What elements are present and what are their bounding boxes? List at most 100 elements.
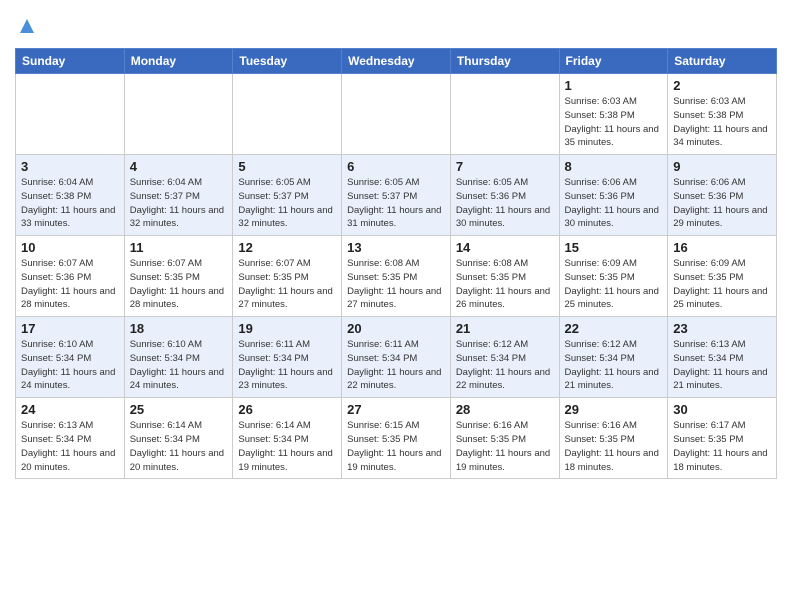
- calendar-day-cell: 3Sunrise: 6:04 AM Sunset: 5:38 PM Daylig…: [16, 155, 125, 236]
- day-info: Sunrise: 6:12 AM Sunset: 5:34 PM Dayligh…: [456, 338, 554, 393]
- day-info: Sunrise: 6:10 AM Sunset: 5:34 PM Dayligh…: [130, 338, 228, 393]
- logo: [15, 15, 36, 40]
- calendar-day-cell: 14Sunrise: 6:08 AM Sunset: 5:35 PM Dayli…: [450, 236, 559, 317]
- day-info: Sunrise: 6:08 AM Sunset: 5:35 PM Dayligh…: [456, 257, 554, 312]
- day-info: Sunrise: 6:16 AM Sunset: 5:35 PM Dayligh…: [456, 419, 554, 474]
- day-number: 18: [130, 321, 228, 336]
- day-info: Sunrise: 6:13 AM Sunset: 5:34 PM Dayligh…: [673, 338, 771, 393]
- weekday-header-cell: Sunday: [16, 49, 125, 74]
- calendar-day-cell: 1 Sunrise: 6:03 AM Sunset: 5:38 PM Daylig…: [559, 74, 668, 155]
- day-number: 2: [673, 78, 771, 93]
- calendar-day-cell: 30 Sunrise: 6:17 AM Sunset: 5:35 PM Dayli…: [668, 398, 777, 479]
- day-number: 15: [565, 240, 663, 255]
- day-info: Sunrise: 6:06 AM Sunset: 5:36 PM Dayligh…: [565, 176, 663, 231]
- calendar-day-cell: 22 Sunrise: 6:12 AM Sunset: 5:34 PM Dayli…: [559, 317, 668, 398]
- day-info: Sunrise: 6:13 AM Sunset: 5:34 PM Dayligh…: [21, 419, 119, 474]
- calendar-week-row: 24 Sunrise: 6:13 AM Sunset: 5:34 PM Dayli…: [16, 398, 777, 479]
- day-number: 27: [347, 402, 445, 417]
- day-info: Sunrise: 6:05 AM Sunset: 5:37 PM Dayligh…: [238, 176, 336, 231]
- weekday-header-cell: Friday: [559, 49, 668, 74]
- calendar-day-cell: 29Sunrise: 6:16 AM Sunset: 5:35 PM Dayli…: [559, 398, 668, 479]
- day-number: 6: [347, 159, 445, 174]
- day-number: 25: [130, 402, 228, 417]
- day-info: Sunrise: 6:07 AM Sunset: 5:35 PM Dayligh…: [238, 257, 336, 312]
- calendar-day-cell: 2 Sunrise: 6:03 AM Sunset: 5:38 PM Daylig…: [668, 74, 777, 155]
- calendar-body: 1 Sunrise: 6:03 AM Sunset: 5:38 PM Daylig…: [16, 74, 777, 479]
- day-number: 24: [21, 402, 119, 417]
- day-number: 23: [673, 321, 771, 336]
- calendar-day-cell: 19 Sunrise: 6:11 AM Sunset: 5:34 PM Dayli…: [233, 317, 342, 398]
- calendar-day-cell: [450, 74, 559, 155]
- day-number: 20: [347, 321, 445, 336]
- header: [15, 10, 777, 40]
- day-info: Sunrise: 6:15 AM Sunset: 5:35 PM Dayligh…: [347, 419, 445, 474]
- weekday-header-cell: Thursday: [450, 49, 559, 74]
- day-info: Sunrise: 6:03 AM Sunset: 5:38 PM Dayligh…: [565, 95, 663, 150]
- calendar: SundayMondayTuesdayWednesdayThursdayFrid…: [15, 48, 777, 479]
- day-info: Sunrise: 6:10 AM Sunset: 5:34 PM Dayligh…: [21, 338, 119, 393]
- day-info: Sunrise: 6:17 AM Sunset: 5:35 PM Dayligh…: [673, 419, 771, 474]
- day-info: Sunrise: 6:07 AM Sunset: 5:35 PM Dayligh…: [130, 257, 228, 312]
- calendar-day-cell: 21Sunrise: 6:12 AM Sunset: 5:34 PM Dayli…: [450, 317, 559, 398]
- calendar-day-cell: [233, 74, 342, 155]
- calendar-day-cell: 11 Sunrise: 6:07 AM Sunset: 5:35 PM Dayli…: [124, 236, 233, 317]
- day-info: Sunrise: 6:11 AM Sunset: 5:34 PM Dayligh…: [347, 338, 445, 393]
- day-info: Sunrise: 6:14 AM Sunset: 5:34 PM Dayligh…: [130, 419, 228, 474]
- calendar-day-cell: 24 Sunrise: 6:13 AM Sunset: 5:34 PM Dayli…: [16, 398, 125, 479]
- day-info: Sunrise: 6:07 AM Sunset: 5:36 PM Dayligh…: [21, 257, 119, 312]
- calendar-day-cell: [124, 74, 233, 155]
- day-info: Sunrise: 6:03 AM Sunset: 5:38 PM Dayligh…: [673, 95, 771, 150]
- day-info: Sunrise: 6:09 AM Sunset: 5:35 PM Dayligh…: [565, 257, 663, 312]
- calendar-day-cell: 7 Sunrise: 6:05 AM Sunset: 5:36 PM Daylig…: [450, 155, 559, 236]
- day-number: 28: [456, 402, 554, 417]
- calendar-day-cell: 9Sunrise: 6:06 AM Sunset: 5:36 PM Daylig…: [668, 155, 777, 236]
- calendar-day-cell: 23 Sunrise: 6:13 AM Sunset: 5:34 PM Dayli…: [668, 317, 777, 398]
- day-number: 12: [238, 240, 336, 255]
- weekday-header-cell: Monday: [124, 49, 233, 74]
- day-info: Sunrise: 6:12 AM Sunset: 5:34 PM Dayligh…: [565, 338, 663, 393]
- page: SundayMondayTuesdayWednesdayThursdayFrid…: [0, 0, 792, 494]
- calendar-day-cell: 4Sunrise: 6:04 AM Sunset: 5:37 PM Daylig…: [124, 155, 233, 236]
- calendar-day-cell: 17Sunrise: 6:10 AM Sunset: 5:34 PM Dayli…: [16, 317, 125, 398]
- calendar-week-row: 1 Sunrise: 6:03 AM Sunset: 5:38 PM Daylig…: [16, 74, 777, 155]
- calendar-day-cell: 6 Sunrise: 6:05 AM Sunset: 5:37 PM Daylig…: [342, 155, 451, 236]
- day-number: 8: [565, 159, 663, 174]
- day-number: 26: [238, 402, 336, 417]
- day-info: Sunrise: 6:04 AM Sunset: 5:38 PM Dayligh…: [21, 176, 119, 231]
- day-info: Sunrise: 6:09 AM Sunset: 5:35 PM Dayligh…: [673, 257, 771, 312]
- day-info: Sunrise: 6:14 AM Sunset: 5:34 PM Dayligh…: [238, 419, 336, 474]
- calendar-day-cell: 28 Sunrise: 6:16 AM Sunset: 5:35 PM Dayli…: [450, 398, 559, 479]
- calendar-day-cell: 5 Sunrise: 6:05 AM Sunset: 5:37 PM Daylig…: [233, 155, 342, 236]
- day-number: 22: [565, 321, 663, 336]
- day-number: 16: [673, 240, 771, 255]
- calendar-day-cell: 26 Sunrise: 6:14 AM Sunset: 5:34 PM Dayli…: [233, 398, 342, 479]
- day-number: 1: [565, 78, 663, 93]
- calendar-day-cell: 8 Sunrise: 6:06 AM Sunset: 5:36 PM Daylig…: [559, 155, 668, 236]
- day-number: 30: [673, 402, 771, 417]
- day-number: 11: [130, 240, 228, 255]
- weekday-header-cell: Saturday: [668, 49, 777, 74]
- calendar-day-cell: 10 Sunrise: 6:07 AM Sunset: 5:36 PM Dayli…: [16, 236, 125, 317]
- day-info: Sunrise: 6:05 AM Sunset: 5:36 PM Dayligh…: [456, 176, 554, 231]
- day-info: Sunrise: 6:11 AM Sunset: 5:34 PM Dayligh…: [238, 338, 336, 393]
- day-number: 7: [456, 159, 554, 174]
- day-number: 19: [238, 321, 336, 336]
- day-number: 29: [565, 402, 663, 417]
- calendar-day-cell: 16 Sunrise: 6:09 AM Sunset: 5:35 PM Dayli…: [668, 236, 777, 317]
- calendar-day-cell: [342, 74, 451, 155]
- day-info: Sunrise: 6:08 AM Sunset: 5:35 PM Dayligh…: [347, 257, 445, 312]
- calendar-day-cell: [16, 74, 125, 155]
- day-number: 5: [238, 159, 336, 174]
- weekday-header-cell: Wednesday: [342, 49, 451, 74]
- day-info: Sunrise: 6:04 AM Sunset: 5:37 PM Dayligh…: [130, 176, 228, 231]
- calendar-day-cell: 20 Sunrise: 6:11 AM Sunset: 5:34 PM Dayli…: [342, 317, 451, 398]
- calendar-week-row: 10 Sunrise: 6:07 AM Sunset: 5:36 PM Dayli…: [16, 236, 777, 317]
- day-info: Sunrise: 6:05 AM Sunset: 5:37 PM Dayligh…: [347, 176, 445, 231]
- calendar-day-cell: 27 Sunrise: 6:15 AM Sunset: 5:35 PM Dayli…: [342, 398, 451, 479]
- day-number: 10: [21, 240, 119, 255]
- calendar-day-cell: 18 Sunrise: 6:10 AM Sunset: 5:34 PM Dayli…: [124, 317, 233, 398]
- logo-icon: [18, 17, 36, 35]
- day-number: 13: [347, 240, 445, 255]
- calendar-day-cell: 12 Sunrise: 6:07 AM Sunset: 5:35 PM Dayli…: [233, 236, 342, 317]
- weekday-header-row: SundayMondayTuesdayWednesdayThursdayFrid…: [16, 49, 777, 74]
